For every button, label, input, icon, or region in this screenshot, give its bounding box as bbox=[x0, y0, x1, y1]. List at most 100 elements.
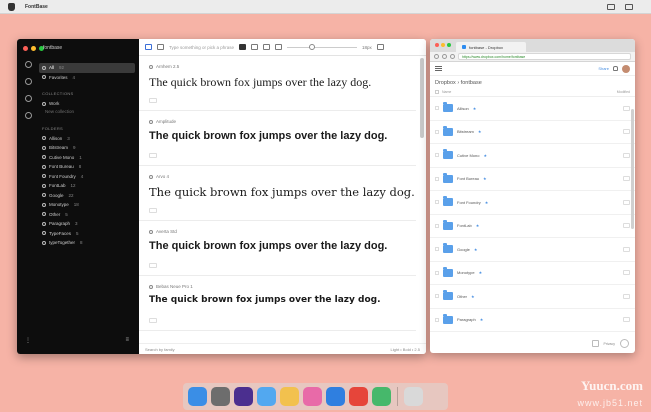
photos-icon[interactable] bbox=[280, 387, 299, 406]
row-menu-icon[interactable] bbox=[623, 317, 630, 323]
row-checkbox[interactable] bbox=[435, 106, 439, 111]
menu-app-name[interactable]: FontBase bbox=[25, 4, 48, 10]
row-menu-icon[interactable] bbox=[623, 293, 630, 299]
row-checkbox[interactable] bbox=[435, 200, 439, 205]
reset-icon[interactable] bbox=[376, 44, 384, 50]
sidebar-folder-item[interactable]: Monotype 18 bbox=[39, 200, 135, 210]
sidebar-item-all[interactable]: All 92 bbox=[39, 63, 135, 73]
table-row[interactable]: Font Bureau ★ bbox=[430, 168, 635, 191]
hamburger-menu-icon[interactable] bbox=[435, 66, 442, 71]
table-row[interactable]: Cutive Mono ★ bbox=[430, 144, 635, 168]
name-column-header[interactable]: Name bbox=[442, 90, 451, 94]
row-menu-icon[interactable] bbox=[623, 270, 630, 276]
dropbox-icon[interactable] bbox=[326, 387, 345, 406]
list-view-icon[interactable] bbox=[145, 44, 152, 50]
sidebar-folder-item[interactable]: Font Foundry 4 bbox=[39, 172, 135, 182]
browser-scrollbar[interactable] bbox=[631, 109, 634, 229]
browser-tab[interactable]: fontbase - Dropbox bbox=[456, 42, 526, 52]
table-row[interactable]: Bitstream ★ bbox=[430, 121, 635, 144]
browser-minimize-button[interactable] bbox=[441, 43, 445, 47]
breadcrumb[interactable]: Dropbox › fontbase bbox=[430, 76, 635, 88]
modified-column-header[interactable]: Modified bbox=[617, 90, 630, 94]
row-menu-icon[interactable] bbox=[623, 246, 630, 252]
activate-toggle-icon[interactable] bbox=[149, 284, 153, 289]
row-checkbox[interactable] bbox=[435, 153, 439, 158]
preview-scrollbar[interactable] bbox=[420, 58, 424, 138]
back-icon[interactable] bbox=[434, 54, 439, 59]
sidebar-folder-item[interactable]: Other 5 bbox=[39, 210, 135, 220]
theme-toggle-icon[interactable] bbox=[239, 44, 247, 50]
status-left[interactable]: Search by family bbox=[145, 347, 175, 352]
new-collection-link[interactable]: New collection bbox=[39, 109, 135, 117]
folder-name[interactable]: FontLab bbox=[457, 223, 472, 228]
row-menu-icon[interactable] bbox=[623, 129, 630, 135]
trash-icon[interactable] bbox=[404, 387, 423, 406]
folder-name[interactable]: Monotype bbox=[457, 270, 475, 275]
user-name[interactable]: fontbase bbox=[43, 45, 62, 51]
font-sample[interactable]: Arnhem 2.5 The quick brown fox jumps over… bbox=[139, 56, 416, 111]
wifi-icon[interactable] bbox=[625, 3, 633, 10]
add-folder-icon[interactable]: ≡ bbox=[125, 337, 129, 344]
sidebar-folder-item[interactable]: Font Bureau 8 bbox=[39, 162, 135, 172]
table-row[interactable]: FontLab ★ bbox=[430, 215, 635, 238]
row-checkbox[interactable] bbox=[435, 223, 439, 228]
settings-icon[interactable] bbox=[275, 44, 283, 50]
footer-link[interactable]: Privacy bbox=[604, 342, 615, 346]
minimize-window-button[interactable] bbox=[31, 46, 36, 51]
activate-toggle-icon[interactable] bbox=[149, 174, 153, 179]
grid-view-icon[interactable] bbox=[157, 44, 164, 50]
font-sample[interactable]: Arvo 4 The quick brown fox jumps over the… bbox=[139, 166, 416, 221]
table-row[interactable]: Font Foundry ★ bbox=[430, 191, 635, 215]
sidebar-folder-item[interactable]: typeTogether 8 bbox=[39, 238, 135, 248]
row-checkbox[interactable] bbox=[435, 129, 439, 134]
messages-icon[interactable] bbox=[257, 387, 276, 406]
share-button[interactable]: Share bbox=[598, 66, 609, 71]
chrome-icon[interactable] bbox=[349, 387, 368, 406]
activate-toggle-icon[interactable] bbox=[149, 229, 153, 234]
font-sample[interactable]: Amplitude The quick brown fox jumps over … bbox=[139, 111, 416, 166]
row-menu-icon[interactable] bbox=[623, 152, 630, 158]
affinity-icon[interactable] bbox=[234, 387, 253, 406]
help-icon[interactable] bbox=[620, 339, 629, 348]
sidebar-folder-item[interactable]: FontLab 12 bbox=[39, 181, 135, 191]
forward-icon[interactable] bbox=[442, 54, 447, 59]
font-sample[interactable]: Bebas Neue Pro 1 The quick brown fox jump… bbox=[139, 276, 416, 331]
sidebar-folder-item[interactable]: Bitstream 9 bbox=[39, 143, 135, 153]
folder-name[interactable]: Font Bureau bbox=[457, 176, 479, 181]
upload-icon[interactable] bbox=[591, 340, 599, 347]
apple-icon[interactable] bbox=[8, 2, 15, 11]
folder-name[interactable]: Allison bbox=[457, 106, 469, 111]
select-all-checkbox[interactable] bbox=[435, 90, 439, 94]
row-checkbox[interactable] bbox=[435, 317, 439, 322]
row-checkbox[interactable] bbox=[435, 176, 439, 181]
url-field[interactable]: https://www.dropbox.com/home/fontbase bbox=[458, 53, 631, 60]
folder-name[interactable]: Font Foundry bbox=[457, 200, 481, 205]
folder-name[interactable]: Google bbox=[457, 247, 470, 252]
launchpad-icon[interactable] bbox=[211, 387, 230, 406]
table-row[interactable]: Allison ★ bbox=[430, 97, 635, 121]
folder-name[interactable]: Paragraph bbox=[457, 317, 476, 322]
folders-icon[interactable] bbox=[24, 112, 32, 119]
browser-close-button[interactable] bbox=[435, 43, 439, 47]
align-icon[interactable] bbox=[251, 44, 259, 50]
library-icon[interactable] bbox=[24, 61, 32, 68]
table-row[interactable]: Monotype ★ bbox=[430, 262, 635, 285]
row-checkbox[interactable] bbox=[435, 247, 439, 252]
browser-zoom-button[interactable] bbox=[447, 43, 451, 47]
font-sample[interactable]: Averta Std The quick brown fox jumps over… bbox=[139, 221, 416, 276]
activate-toggle-icon[interactable] bbox=[149, 119, 153, 124]
close-window-button[interactable] bbox=[23, 46, 28, 51]
more-options-icon[interactable]: ⋮ bbox=[25, 337, 31, 344]
row-menu-icon[interactable] bbox=[623, 223, 630, 229]
sidebar-folder-item[interactable]: Allison 3 bbox=[39, 134, 135, 144]
sidebar-folder-item[interactable]: Cutive Mono 1 bbox=[39, 153, 135, 163]
sidebar-item-favorites[interactable]: Favorites 4 bbox=[39, 73, 135, 83]
activate-toggle-icon[interactable] bbox=[149, 64, 153, 69]
line-height-icon[interactable] bbox=[263, 44, 271, 50]
row-menu-icon[interactable] bbox=[623, 176, 630, 182]
folder-name[interactable]: Cutive Mono bbox=[457, 153, 479, 158]
table-row[interactable]: Paragraph ★ bbox=[430, 309, 635, 332]
folder-name[interactable]: Other bbox=[457, 294, 467, 299]
font-details-icon[interactable] bbox=[149, 208, 157, 213]
font-details-icon[interactable] bbox=[149, 263, 157, 268]
